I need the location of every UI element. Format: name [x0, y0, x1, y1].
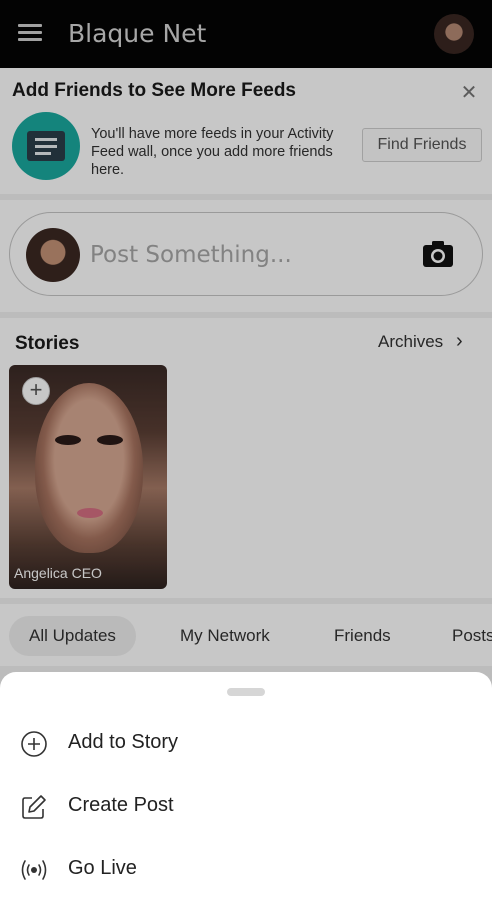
edit-icon	[19, 792, 49, 822]
broadcast-icon	[19, 855, 49, 885]
create-post-option[interactable]: Create Post	[0, 777, 492, 835]
add-circle-icon	[19, 729, 49, 759]
action-bottom-sheet: Add to Story Create Post Go Live	[0, 672, 492, 900]
add-to-story-option[interactable]: Add to Story	[0, 714, 492, 772]
go-live-label: Go Live	[68, 857, 137, 879]
add-to-story-label: Add to Story	[68, 731, 179, 753]
sheet-drag-handle[interactable]	[227, 688, 265, 696]
go-live-option[interactable]: Go Live	[0, 840, 492, 898]
create-post-label: Create Post	[68, 794, 174, 816]
